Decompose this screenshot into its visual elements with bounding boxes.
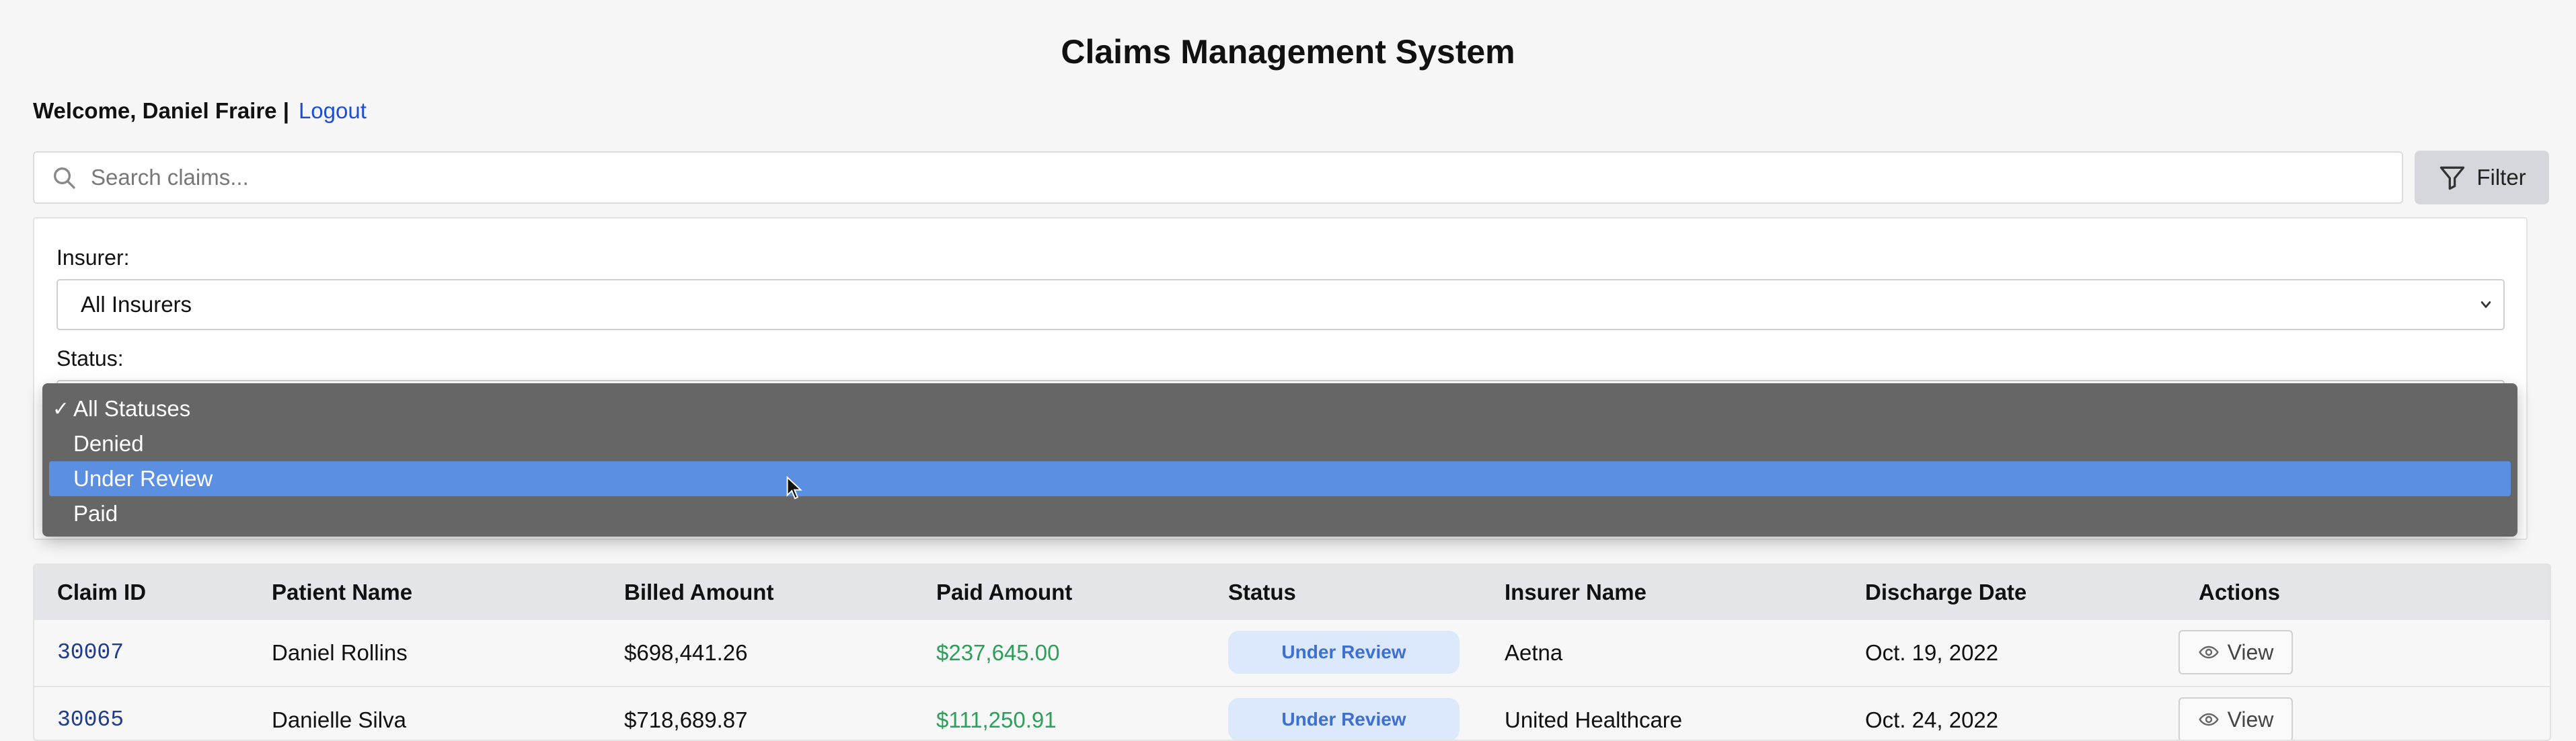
- status-badge: Under Review: [1228, 698, 1460, 740]
- view-button[interactable]: View: [2179, 630, 2293, 674]
- dropdown-option-label: All Statuses: [73, 396, 191, 421]
- column-header-discharge-date: Discharge Date: [1865, 580, 2027, 604]
- dropdown-option-label: Paid: [73, 501, 118, 526]
- checkmark-icon: ✓: [52, 397, 69, 420]
- insurer-name: Aetna: [1505, 640, 1563, 665]
- mouse-cursor-icon: [786, 476, 802, 500]
- search-icon: [50, 164, 77, 191]
- paid-amount: $237,645.00: [936, 640, 1060, 665]
- insurer-select-value: All Insurers: [81, 292, 192, 317]
- table-row: 30007 Daniel Rollins $698,441.26 $237,64…: [34, 620, 2550, 687]
- column-header-billed-amount: Billed Amount: [624, 580, 774, 604]
- dropdown-option-paid[interactable]: Paid: [49, 496, 2511, 531]
- dropdown-option-denied[interactable]: Denied: [49, 426, 2511, 461]
- table-header: Claim ID Patient Name Billed Amount Paid…: [34, 565, 2550, 620]
- column-header-patient-name: Patient Name: [272, 580, 413, 604]
- page-title: Claims Management System: [1061, 33, 1515, 71]
- status-dropdown-menu: ✓ All Statuses Denied Under Review Paid: [42, 383, 2517, 537]
- table-row: 30065 Danielle Silva $718,689.87 $111,25…: [34, 687, 2550, 740]
- chevron-down-icon: [2476, 295, 2495, 314]
- insurer-select[interactable]: All Insurers: [56, 279, 2505, 330]
- search-input[interactable]: [89, 164, 2402, 191]
- view-button[interactable]: View: [2179, 697, 2293, 740]
- paid-amount: $111,250.91: [936, 707, 1057, 732]
- logout-link[interactable]: Logout: [299, 98, 367, 124]
- view-button-label: View: [2227, 707, 2274, 732]
- eye-icon: [2198, 709, 2220, 730]
- discharge-date: Oct. 24, 2022: [1865, 707, 1999, 732]
- search-box[interactable]: [33, 151, 2403, 204]
- patient-name: Danielle Silva: [272, 707, 406, 732]
- claim-id-link[interactable]: 30065: [57, 707, 124, 732]
- dropdown-option-under-review[interactable]: Under Review: [49, 461, 2511, 496]
- dropdown-option-label: Under Review: [73, 466, 213, 491]
- status-badge: Under Review: [1228, 631, 1460, 674]
- column-header-actions: Actions: [2199, 580, 2281, 604]
- insurer-name: United Healthcare: [1505, 707, 1683, 732]
- insurer-label: Insurer:: [56, 245, 130, 270]
- welcome-row: Welcome, Daniel Fraire | Logout: [33, 98, 367, 124]
- claims-table: Claim ID Patient Name Billed Amount Paid…: [33, 563, 2551, 741]
- column-header-paid-amount: Paid Amount: [936, 580, 1073, 604]
- status-label: Status:: [56, 346, 124, 370]
- billed-amount: $718,689.87: [624, 707, 748, 732]
- dropdown-option-all-statuses[interactable]: ✓ All Statuses: [49, 391, 2511, 426]
- column-header-status: Status: [1228, 580, 1296, 604]
- dropdown-option-label: Denied: [73, 431, 144, 456]
- column-header-insurer-name: Insurer Name: [1505, 580, 1646, 604]
- filter-button-label: Filter: [2476, 165, 2526, 190]
- eye-icon: [2198, 641, 2220, 663]
- column-header-claim-id: Claim ID: [57, 580, 147, 604]
- welcome-text: Welcome, Daniel Fraire |: [33, 98, 289, 123]
- discharge-date: Oct. 19, 2022: [1865, 640, 1999, 665]
- filter-button[interactable]: Filter: [2415, 151, 2549, 204]
- patient-name: Daniel Rollins: [272, 640, 408, 665]
- claim-id-link[interactable]: 30007: [57, 640, 124, 665]
- billed-amount: $698,441.26: [624, 640, 748, 665]
- filter-icon: [2437, 163, 2467, 192]
- view-button-label: View: [2227, 639, 2274, 664]
